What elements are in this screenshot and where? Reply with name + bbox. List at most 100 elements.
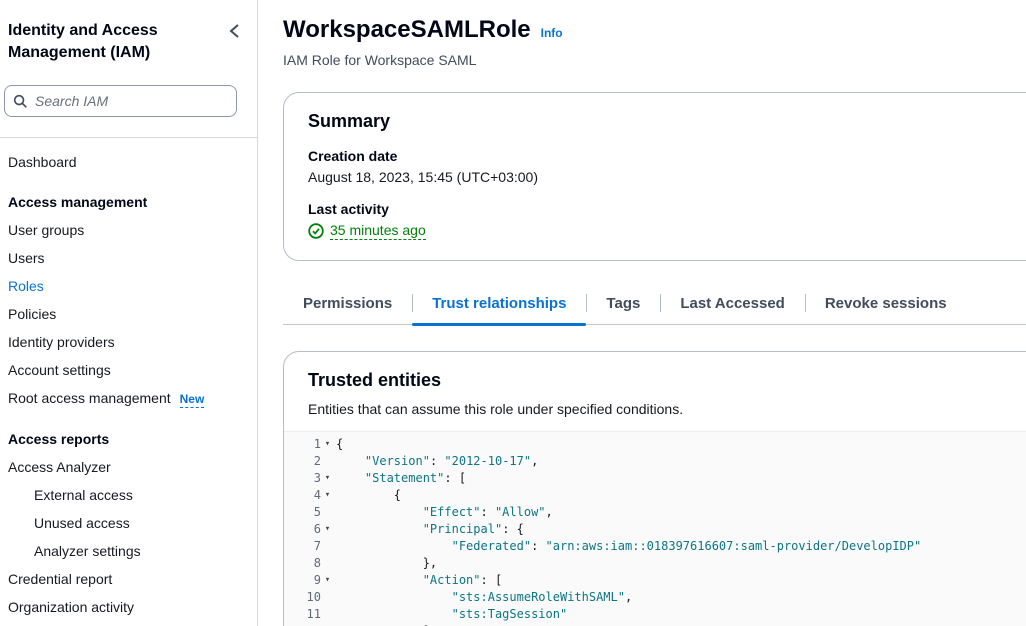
line-number: 2: [314, 453, 321, 470]
code-gutter: 9▾: [284, 572, 336, 589]
fold-toggle-icon[interactable]: ▾: [321, 487, 334, 504]
fold-toggle-icon[interactable]: ▾: [321, 521, 334, 538]
code-text: "sts:AssumeRoleWithSAML",: [336, 589, 632, 606]
creation-date-label: Creation date: [308, 148, 1026, 164]
code-gutter: 5: [284, 504, 336, 521]
sidebar-item-external-access[interactable]: External access: [6, 481, 249, 509]
sidebar-item-user-groups[interactable]: User groups: [6, 216, 249, 244]
code-line: 8 },: [284, 555, 1026, 572]
sidebar-item-dashboard[interactable]: Dashboard: [6, 148, 249, 176]
sidebar: Identity and Access Management (IAM) Das…: [0, 0, 258, 626]
code-gutter: 8: [284, 555, 336, 572]
iam-console: Identity and Access Management (IAM) Das…: [0, 0, 1026, 626]
code-text: "Principal": {: [336, 521, 524, 538]
line-number: 3: [314, 470, 321, 487]
code-line: 11 "sts:TagSession": [284, 606, 1026, 623]
page-title: WorkspaceSAMLRole: [283, 16, 531, 44]
code-gutter: 1▾: [284, 436, 336, 453]
sidebar-item-label: Identity providers: [8, 334, 115, 350]
code-gutter: 6▾: [284, 521, 336, 538]
last-activity-text[interactable]: 35 minutes ago: [330, 222, 426, 240]
sidebar-item-label: Dashboard: [8, 154, 77, 170]
tab-trust-relationships[interactable]: Trust relationships: [412, 289, 586, 324]
main-content: WorkspaceSAMLRole Info IAM Role for Work…: [258, 0, 1026, 626]
tab-revoke-sessions[interactable]: Revoke sessions: [805, 289, 967, 324]
summary-heading: Summary: [308, 111, 1026, 132]
last-activity-label: Last activity: [308, 201, 1026, 217]
sidebar-item-analyzer-settings[interactable]: Analyzer settings: [6, 537, 249, 565]
sidebar-nav: Dashboard Access management User groups Use…: [0, 138, 257, 621]
trust-policy-editor[interactable]: 1▾{2 "Version": "2012-10-17",3▾ "Stateme…: [284, 431, 1026, 626]
success-check-icon: [308, 223, 324, 239]
sidebar-item-unused-access[interactable]: Unused access: [6, 509, 249, 537]
sidebar-item-label: Organization activity: [8, 599, 134, 615]
code-line: 5 "Effect": "Allow",: [284, 504, 1026, 521]
sidebar-header: Identity and Access Management (IAM): [0, 20, 257, 63]
tab-permissions[interactable]: Permissions: [283, 289, 412, 324]
page-subtitle: IAM Role for Workspace SAML: [283, 52, 1026, 68]
line-number: 6: [314, 521, 321, 538]
code-text: "Version": "2012-10-17",: [336, 453, 538, 470]
trusted-entities-heading: Trusted entities: [308, 370, 1026, 391]
sidebar-item-label: Access Analyzer: [8, 459, 111, 475]
code-gutter: 2: [284, 453, 336, 470]
sidebar-item-label: Roles: [8, 278, 44, 294]
code-line: 10 "sts:AssumeRoleWithSAML",: [284, 589, 1026, 606]
code-line: 3▾ "Statement": [: [284, 470, 1026, 487]
sidebar-item-label: User groups: [8, 222, 84, 238]
sidebar-item-users[interactable]: Users: [6, 244, 249, 272]
sidebar-item-label: Access reports: [8, 431, 109, 447]
sidebar-title: Identity and Access Management (IAM): [8, 20, 183, 63]
fold-toggle-icon[interactable]: ▾: [321, 470, 334, 487]
code-line: 9▾ "Action": [: [284, 572, 1026, 589]
sidebar-item-policies[interactable]: Policies: [6, 300, 249, 328]
code-gutter: 7: [284, 538, 336, 555]
sidebar-item-account-settings[interactable]: Account settings: [6, 356, 249, 384]
sidebar-item-label: Access management: [8, 194, 147, 210]
code-line: 7 "Federated": "arn:aws:iam::01839761660…: [284, 538, 1026, 555]
search-box[interactable]: [4, 85, 237, 117]
code-text: "Statement": [: [336, 470, 466, 487]
sidebar-item-credential-report[interactable]: Credential report: [6, 565, 249, 593]
new-badge: New: [180, 392, 205, 408]
sidebar-item-label: Root access management: [8, 390, 171, 406]
code-text: {: [336, 487, 401, 504]
sidebar-item-label: Unused access: [34, 515, 130, 531]
sidebar-section-access-reports: Access reports: [6, 425, 249, 453]
role-detail-tabs: PermissionsTrust relationshipsTagsLast A…: [283, 289, 1026, 325]
line-number: 1: [314, 436, 321, 453]
code-line: 2 "Version": "2012-10-17",: [284, 453, 1026, 470]
sidebar-item-label: Users: [8, 250, 45, 266]
trusted-entities-description: Entities that can assume this role under…: [308, 401, 1026, 417]
code-text: "Effect": "Allow",: [336, 504, 553, 521]
summary-card: Summary Creation date August 18, 2023, 1…: [283, 92, 1026, 261]
sidebar-item-label: External access: [34, 487, 133, 503]
collapse-sidebar-icon[interactable]: [227, 22, 243, 40]
code-text: },: [336, 555, 437, 572]
search-input[interactable]: [35, 93, 228, 109]
line-number: 4: [314, 487, 321, 504]
sidebar-item-access-analyzer[interactable]: Access Analyzer: [6, 453, 249, 481]
search-icon: [13, 94, 28, 109]
sidebar-item-root-access-management[interactable]: Root access management New: [6, 384, 249, 413]
sidebar-item-identity-providers[interactable]: Identity providers: [6, 328, 249, 356]
sidebar-item-roles[interactable]: Roles: [6, 272, 249, 300]
fold-toggle-icon[interactable]: ▾: [321, 436, 334, 453]
tab-last-accessed[interactable]: Last Accessed: [660, 289, 805, 324]
code-line: 6▾ "Principal": {: [284, 521, 1026, 538]
tab-tags[interactable]: Tags: [586, 289, 660, 324]
sidebar-item-organization-activity[interactable]: Organization activity: [6, 593, 249, 621]
line-number: 5: [314, 504, 321, 521]
line-number: 11: [307, 606, 321, 623]
code-gutter: 11: [284, 606, 336, 623]
line-number: 10: [307, 589, 321, 606]
code-gutter: 4▾: [284, 487, 336, 504]
sidebar-item-label: Account settings: [8, 362, 111, 378]
code-line: 4▾ {: [284, 487, 1026, 504]
sidebar-item-label: Credential report: [8, 571, 112, 587]
line-number: 9: [314, 572, 321, 589]
code-line: 1▾{: [284, 436, 1026, 453]
info-link[interactable]: Info: [541, 26, 563, 40]
code-gutter: 3▾: [284, 470, 336, 487]
fold-toggle-icon[interactable]: ▾: [321, 572, 334, 589]
